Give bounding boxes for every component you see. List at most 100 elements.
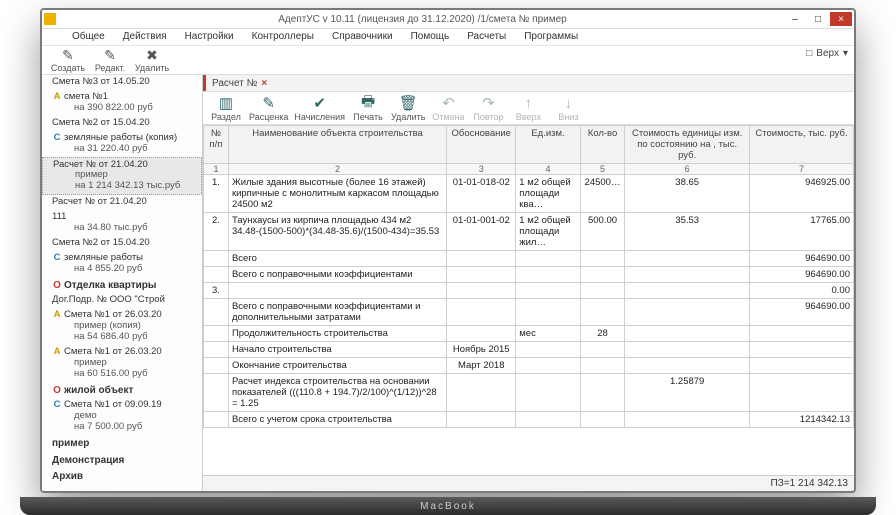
- tree-item-6[interactable]: 111на 34.80 тыс.руб: [42, 210, 202, 236]
- tree-item-11[interactable]: AСмета №1 от 26.03.20пример (копия)на 54…: [42, 308, 202, 345]
- tree-item-9[interactable]: OОтделка квартиры: [42, 277, 202, 294]
- menu-4[interactable]: Справочники: [332, 31, 393, 42]
- cell-price: 1.25879: [625, 374, 750, 412]
- tree-item-14[interactable]: CСмета №1 от 09.09.19демона 7 500.00 руб: [42, 398, 202, 435]
- col-3[interactable]: Ед.изм.: [516, 126, 580, 164]
- tree-item-10[interactable]: Дог.Подр. № ООО "Строй: [42, 293, 202, 308]
- chevron-down-icon[interactable]: ▾: [843, 48, 848, 59]
- col-5[interactable]: Стоимость единицы изм. по состоянию на ,…: [625, 126, 750, 164]
- menu-0[interactable]: Общее: [72, 31, 105, 42]
- cell-osn: [447, 412, 516, 428]
- tb-Печать[interactable]: 🖶Печать: [351, 94, 385, 122]
- tree-item-7[interactable]: Смета №2 от 15.04.20: [42, 236, 202, 251]
- menu-7[interactable]: Программы: [524, 31, 578, 42]
- cell-ed: [516, 283, 580, 299]
- tree-item-8[interactable]: Cземляные работына 4 855.20 руб: [42, 251, 202, 277]
- cell-osn: [447, 251, 516, 267]
- tree-sub2: на 1 214 342.13 тыс.руб: [53, 181, 197, 192]
- menu-5[interactable]: Помощь: [411, 31, 450, 42]
- tb-Удалить[interactable]: 🗑Удалить: [391, 94, 425, 122]
- tree-item-4[interactable]: Расчет № от 21.04.20примерна 1 214 342.1…: [42, 157, 202, 196]
- tb-label: Вверх: [516, 112, 541, 122]
- tb-Расценка[interactable]: ✎Расценка: [249, 94, 288, 122]
- cell-name: Всего: [228, 251, 446, 267]
- tree-item-15[interactable]: пример: [42, 435, 202, 452]
- table-row[interactable]: Продолжительность строительствамес28: [204, 326, 854, 342]
- tree-sub: на 390 822.00 руб: [52, 103, 198, 114]
- table-row[interactable]: Окончание строительстваМарт 2018: [204, 358, 854, 374]
- table-row[interactable]: 2.Таунхаусы из кирпича площадью 434 м234…: [204, 213, 854, 251]
- tb-Раздел[interactable]: ▥Раздел: [209, 94, 243, 122]
- tree-sub: на 4 855.20 руб: [52, 264, 198, 275]
- table-row[interactable]: Всего964690.00: [204, 251, 854, 267]
- table-row[interactable]: 1.Жилые здания высотные (более 16 этажей…: [204, 175, 854, 213]
- cell-name: Расчет индекса строительства на основани…: [228, 374, 446, 412]
- table-row[interactable]: Всего с поправочными коэффициентами и до…: [204, 299, 854, 326]
- tree-label: Расчет № от 21.04.20: [52, 196, 147, 207]
- maximize-button[interactable]: □: [807, 12, 829, 26]
- cell-osn: 01-01-001-02: [447, 213, 516, 251]
- tb-Начисления[interactable]: ✔Начисления: [294, 94, 345, 122]
- table-row[interactable]: 3.0.00: [204, 283, 854, 299]
- tab-close-icon[interactable]: ×: [261, 78, 267, 89]
- cell-name: [228, 283, 446, 299]
- cell-cost: 964690.00: [750, 299, 854, 326]
- tree-label: 111: [52, 211, 66, 222]
- tree-sub2: на 54 686.40 руб: [52, 332, 198, 343]
- cell-ed: [516, 374, 580, 412]
- col-0[interactable]: № п/п: [204, 126, 229, 164]
- cell-price: [625, 267, 750, 283]
- table-row[interactable]: Всего с учетом срока строительства121434…: [204, 412, 854, 428]
- cell-n: 1.: [204, 175, 229, 213]
- tool-label: Создать: [51, 63, 85, 73]
- project-tree[interactable]: Смета №3 от 14.05.20Aсмета №1на 390 822.…: [42, 75, 203, 491]
- cell-name: Окончание строительства: [228, 358, 446, 374]
- menu-6[interactable]: Расчеты: [467, 31, 506, 42]
- table-row[interactable]: Расчет индекса строительства на основани…: [204, 374, 854, 412]
- calendar-icon[interactable]: □: [806, 48, 812, 59]
- tb-Повтор: ↷Повтор: [471, 94, 505, 122]
- col-6[interactable]: Стоимость, тыс. руб.: [750, 126, 854, 164]
- status-total: ПЗ=1 214 342.13: [771, 478, 848, 489]
- cell-price: [625, 251, 750, 267]
- tree-item-0[interactable]: Смета №3 от 14.05.20: [42, 75, 202, 90]
- table-row[interactable]: Всего с поправочными коэффициентами96469…: [204, 267, 854, 283]
- cell-price: [625, 412, 750, 428]
- menu-2[interactable]: Настройки: [185, 31, 234, 42]
- cell-n: [204, 412, 229, 428]
- tool-Удалить[interactable]: ✖Удалить: [132, 47, 172, 73]
- view-shelf[interactable]: □ Верх ▾: [800, 46, 854, 61]
- table-row[interactable]: Начало строительстваНоябрь 2015: [204, 342, 854, 358]
- tree-label: смета №1: [64, 91, 108, 102]
- close-button[interactable]: ×: [830, 12, 852, 26]
- cell-kol: 500.00: [580, 213, 625, 251]
- tree-item-2[interactable]: Смета №2 от 15.04.20: [42, 116, 202, 131]
- estimate-grid[interactable]: № п/пНаименование объекта строительстваО…: [203, 125, 854, 475]
- tb-Отмена: ↶Отмена: [431, 94, 465, 122]
- minimize-button[interactable]: –: [784, 12, 806, 26]
- badge-icon: O: [52, 280, 62, 292]
- tool-Создать[interactable]: ✎Создать: [48, 47, 88, 73]
- tree-item-1[interactable]: Aсмета №1на 390 822.00 руб: [42, 90, 202, 116]
- tree-item-13[interactable]: Oжилой объект: [42, 382, 202, 399]
- tab-raschet[interactable]: Расчет № ×: [206, 78, 273, 89]
- col-4[interactable]: Кол-во: [580, 126, 625, 164]
- tree-item-16[interactable]: Демонстрация: [42, 452, 202, 469]
- cell-cost: 17765.00: [750, 213, 854, 251]
- left-toolbar: ✎Создать✎Редакт.✖Удалить: [42, 46, 178, 74]
- tool-label: Удалить: [135, 63, 169, 73]
- tree-item-17[interactable]: Архив: [42, 468, 202, 485]
- estimate-toolbar: ▥Раздел✎Расценка✔Начисления🖶Печать🗑Удали…: [203, 92, 854, 125]
- menu-1[interactable]: Действия: [123, 31, 167, 42]
- tree-item-3[interactable]: Cземляные работы (копия)на 31 220.40 руб: [42, 131, 202, 157]
- tool-Редакт.[interactable]: ✎Редакт.: [90, 47, 130, 73]
- tree-item-5[interactable]: Расчет № от 21.04.20: [42, 195, 202, 210]
- cell-ed: [516, 342, 580, 358]
- tree-label: жилой объект: [64, 385, 133, 396]
- badge-icon: C: [52, 400, 62, 411]
- col-2[interactable]: Обоснование: [447, 126, 516, 164]
- tb-label: Вниз: [558, 112, 578, 122]
- menu-3[interactable]: Контроллеры: [252, 31, 314, 42]
- col-1[interactable]: Наименование объекта строительства: [228, 126, 446, 164]
- tree-item-12[interactable]: AСмета №1 от 26.03.20примерна 60 516.00 …: [42, 345, 202, 382]
